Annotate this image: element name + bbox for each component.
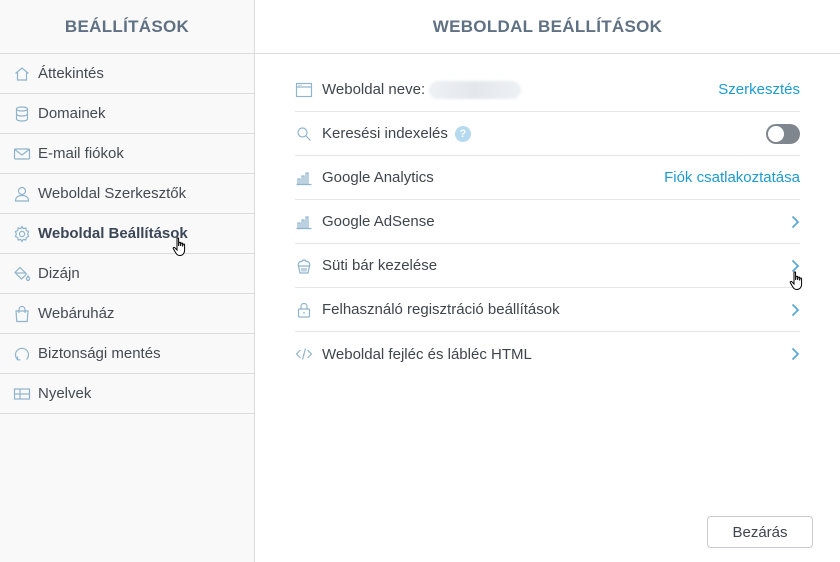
- code-icon: [295, 345, 313, 363]
- search-indexing-toggle[interactable]: [766, 123, 800, 144]
- sidebar-item-label: Nyelvek: [38, 385, 92, 402]
- chevron-right-icon[interactable]: [790, 215, 800, 229]
- sidebar-item-languages[interactable]: Nyelvek: [0, 374, 254, 414]
- setting-label: Google AdSense: [322, 213, 435, 230]
- sidebar-item-design[interactable]: Dizájn: [0, 254, 254, 294]
- setting-row-search-indexing: Keresési indexelés ?: [295, 112, 800, 156]
- sidebar-item-label: Dizájn: [38, 265, 80, 282]
- sidebar-item-label: Áttekintés: [38, 65, 104, 82]
- shopping-bag-icon: [13, 305, 31, 323]
- close-button[interactable]: Bezárás: [707, 516, 813, 548]
- lock-icon: [295, 301, 313, 319]
- bar-chart-icon: [295, 169, 313, 187]
- sidebar-item-webshop[interactable]: Webáruház: [0, 294, 254, 334]
- sidebar-item-editors[interactable]: Weboldal Szerkesztők: [0, 174, 254, 214]
- browser-window-icon: [295, 81, 313, 99]
- sidebar-item-label: Biztonsági mentés: [38, 345, 161, 362]
- sidebar-list: Áttekintés Domainek E-mail fiókok Webold…: [0, 54, 254, 414]
- sidebar-item-backup[interactable]: Biztonsági mentés: [0, 334, 254, 374]
- main-panel: WEBOLDAL BEÁLLÍTÁSOK Weboldal neve: Szer…: [255, 0, 840, 562]
- connect-account-link[interactable]: Fiók csatlakoztatása: [664, 169, 800, 186]
- sidebar-item-overview[interactable]: Áttekintés: [0, 54, 254, 94]
- setting-row-header-footer-html[interactable]: Weboldal fejléc és lábléc HTML: [295, 332, 800, 376]
- paint-bucket-icon: [13, 265, 31, 283]
- sidebar-title: BEÁLLÍTÁSOK: [0, 0, 254, 54]
- chevron-right-icon[interactable]: [790, 347, 800, 361]
- help-icon[interactable]: ?: [454, 125, 471, 142]
- sidebar-item-email[interactable]: E-mail fiókok: [0, 134, 254, 174]
- sidebar-item-label: Webáruház: [38, 305, 115, 322]
- setting-row-google-analytics: Google Analytics Fiók csatlakoztatása: [295, 156, 800, 200]
- chevron-right-icon[interactable]: [790, 303, 800, 317]
- envelope-icon: [13, 145, 31, 163]
- page-title: WEBOLDAL BEÁLLÍTÁSOK: [255, 0, 840, 54]
- setting-label: Weboldal neve:: [322, 81, 426, 98]
- setting-label: Keresési indexelés: [322, 125, 448, 142]
- settings-list: Weboldal neve: Szerkesztés Keresési inde…: [295, 68, 800, 376]
- home-icon: [13, 65, 31, 83]
- setting-label: Google Analytics: [322, 169, 434, 186]
- setting-label: Felhasználó regisztráció beállítások: [322, 301, 560, 318]
- setting-row-website-name: Weboldal neve: Szerkesztés: [295, 68, 800, 112]
- setting-row-user-registration[interactable]: Felhasználó regisztráció beállítások: [295, 288, 800, 332]
- sidebar-item-label: Domainek: [38, 105, 106, 122]
- toggle-knob: [768, 125, 784, 142]
- cupcake-icon: [295, 257, 313, 275]
- setting-row-cookie-bar[interactable]: Süti bár kezelése: [295, 244, 800, 288]
- sidebar-item-label: E-mail fiókok: [38, 145, 124, 162]
- sidebar-item-label: Weboldal Beállítások: [38, 225, 188, 242]
- chevron-right-icon[interactable]: [790, 259, 800, 273]
- sidebar: BEÁLLÍTÁSOK Áttekintés Domainek E-mail f…: [0, 0, 255, 562]
- website-name-value-redacted: [429, 80, 522, 99]
- sidebar-item-website-settings[interactable]: Weboldal Beállítások: [0, 214, 254, 254]
- database-icon: [13, 105, 31, 123]
- sidebar-item-domains[interactable]: Domainek: [0, 94, 254, 134]
- setting-row-google-adsense[interactable]: Google AdSense: [295, 200, 800, 244]
- user-icon: [13, 185, 31, 203]
- backup-icon: [13, 345, 31, 363]
- gear-icon: [13, 224, 31, 243]
- magnifier-icon: [295, 125, 313, 143]
- bar-chart-icon: [295, 213, 313, 231]
- sidebar-item-label: Weboldal Szerkesztők: [38, 185, 187, 202]
- settings-dialog: BEÁLLÍTÁSOK Áttekintés Domainek E-mail f…: [0, 0, 840, 562]
- setting-label: Süti bár kezelése: [322, 257, 438, 274]
- edit-website-name-link[interactable]: Szerkesztés: [718, 81, 800, 98]
- language-icon: [13, 385, 31, 403]
- setting-label: Weboldal fejléc és lábléc HTML: [322, 345, 532, 363]
